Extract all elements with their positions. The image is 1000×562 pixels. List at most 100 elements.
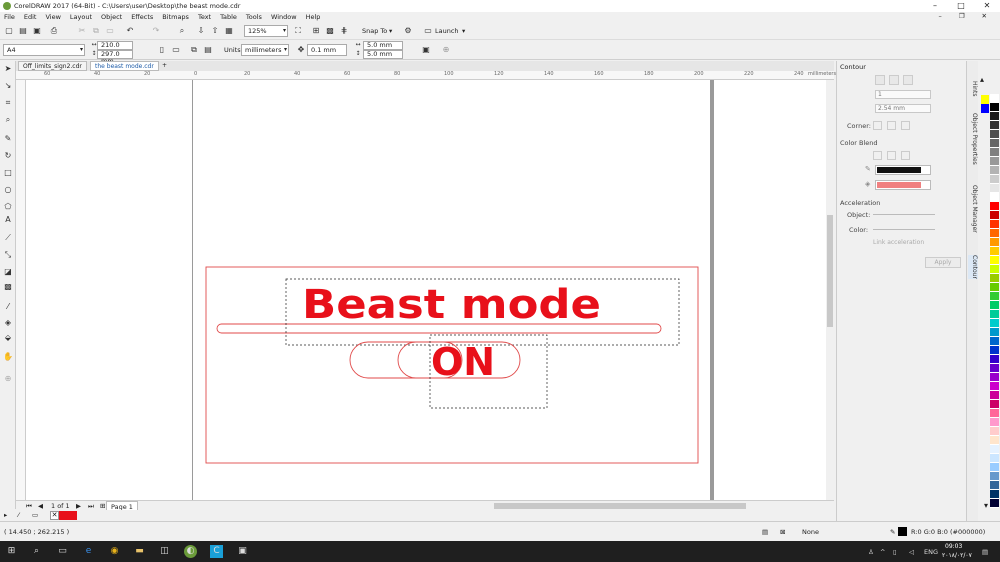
smart-fill-tool-icon[interactable]: ⬙ <box>2 332 14 344</box>
duplicate-x-field[interactable]: 5.0 mm <box>363 41 403 50</box>
color-swatch[interactable] <box>990 499 999 508</box>
export-icon[interactable]: ⇧ <box>209 25 221 37</box>
nudge-distance-field[interactable]: 0.1 mm <box>307 44 347 56</box>
doc-close-icon[interactable]: ✕ <box>982 12 987 20</box>
volume-icon[interactable]: ◁ <box>909 547 914 557</box>
pan-tool-icon[interactable]: ✋ <box>2 351 14 363</box>
snap-to-button[interactable]: Snap To <box>362 26 387 36</box>
color-swatch[interactable] <box>990 454 999 463</box>
palette-menu-icon[interactable]: ▸ <box>4 510 7 520</box>
show-guidelines-icon[interactable]: ⋕ <box>338 25 350 37</box>
color-accel-slider[interactable] <box>873 229 935 230</box>
color-swatch[interactable] <box>990 94 999 103</box>
color-swatch[interactable] <box>990 481 999 490</box>
drawing-canvas[interactable]: Beast mode ON <box>26 80 826 500</box>
object-accel-slider[interactable] <box>873 214 935 215</box>
show-grid-icon[interactable]: ▩ <box>324 25 336 37</box>
copy-icon[interactable]: ⧉ <box>90 25 102 37</box>
menu-text[interactable]: Text <box>198 13 211 21</box>
color-swatch[interactable] <box>990 157 999 166</box>
menu-effects[interactable]: Effects <box>131 13 153 21</box>
color-swatch[interactable] <box>990 490 999 499</box>
color-swatch[interactable] <box>990 211 999 220</box>
tab-the-beast-mode[interactable]: the beast mode.cdr <box>90 61 159 71</box>
no-color-swatch[interactable]: ✕ <box>50 511 59 520</box>
color-swatch[interactable] <box>990 283 999 292</box>
maximize-button[interactable]: □ <box>948 0 974 12</box>
shape-tool-icon[interactable]: ↘ <box>2 80 14 92</box>
color-swatch[interactable] <box>990 220 999 229</box>
paste-icon[interactable]: ▭ <box>104 25 116 37</box>
text-tool-icon[interactable]: A <box>2 214 14 226</box>
notifications-icon[interactable]: ▤ <box>982 547 988 557</box>
color-swatch[interactable] <box>990 229 999 238</box>
clockwise-blend-icon[interactable] <box>887 151 896 160</box>
polygon-tool-icon[interactable]: ⬠ <box>2 201 14 213</box>
current-page-icon[interactable]: ▤ <box>202 44 214 56</box>
connector-tool-icon[interactable]: ⤡ <box>2 249 14 261</box>
outside-icon[interactable] <box>903 75 913 85</box>
palette-down-icon[interactable]: ▾ <box>984 501 988 510</box>
page-size-select[interactable]: A4 ▾ <box>3 44 85 56</box>
color-swatch[interactable] <box>990 238 999 247</box>
palette-options-icon[interactable]: ▭ <box>32 510 38 520</box>
menu-tools[interactable]: Tools <box>246 13 262 21</box>
chrome-icon[interactable]: ◉ <box>108 545 121 558</box>
windows-start-icon[interactable]: ⊞ <box>5 545 18 558</box>
publish-pdf-icon[interactable]: ▦ <box>223 25 235 37</box>
color-swatch[interactable] <box>990 427 999 436</box>
color-swatch[interactable] <box>990 292 999 301</box>
menu-table[interactable]: Table <box>220 13 237 21</box>
corel-photo-paint-icon[interactable]: ▣ <box>236 545 249 558</box>
color-swatch[interactable] <box>990 301 999 310</box>
color-swatch[interactable] <box>990 265 999 274</box>
tab-object-properties[interactable]: Object Properties <box>968 113 978 165</box>
units-select[interactable]: millimeters ▾ <box>241 44 289 56</box>
color-swatch[interactable] <box>990 193 999 202</box>
color-swatch[interactable] <box>990 256 999 265</box>
color-swatch[interactable] <box>990 103 999 112</box>
crop-tool-icon[interactable]: ⌗ <box>2 97 14 109</box>
color-swatch[interactable] <box>990 436 999 445</box>
file-explorer-icon[interactable]: ▬ <box>133 545 146 558</box>
apply-button[interactable]: Apply <box>925 257 961 268</box>
search-icon[interactable]: ⌕ <box>30 545 43 558</box>
menu-window[interactable]: Window <box>271 13 297 21</box>
print-icon[interactable]: ⎙ <box>48 25 60 37</box>
color-swatch[interactable] <box>990 373 999 382</box>
tab-hints[interactable]: Hints <box>968 81 978 96</box>
color-swatch[interactable] <box>990 400 999 409</box>
tab-off-limits[interactable]: Off_limits_sign2.cdr <box>18 61 87 71</box>
redo-icon[interactable]: ↷ <box>150 25 162 37</box>
launch-button[interactable]: Launch <box>435 26 459 36</box>
color-swatch[interactable] <box>990 445 999 454</box>
undo-icon[interactable]: ↶ <box>124 25 136 37</box>
language-indicator[interactable]: ENG <box>924 547 938 557</box>
steps-field[interactable]: 1 <box>875 90 931 99</box>
network-icon[interactable]: ▯ <box>893 547 897 557</box>
new-document-icon[interactable]: ▢ <box>3 25 15 37</box>
rectangle-tool-icon[interactable]: □ <box>2 167 14 179</box>
vertical-scrollbar[interactable] <box>826 80 834 500</box>
red-swatch[interactable] <box>59 511 77 520</box>
clock-date[interactable]: ٢٠١٨/٠٢/٠٧ <box>942 551 972 561</box>
zoom-tool-icon[interactable]: ⌕ <box>2 114 14 126</box>
new-tab-button[interactable]: + <box>158 61 171 71</box>
color-swatch[interactable] <box>990 382 999 391</box>
tray-chevron-icon[interactable]: ^ <box>880 547 885 557</box>
color-swatch[interactable] <box>990 139 999 148</box>
open-icon[interactable]: ▤ <box>17 25 29 37</box>
counterclockwise-blend-icon[interactable] <box>901 151 910 160</box>
save-icon[interactable]: ▣ <box>31 25 43 37</box>
color-swatch[interactable] <box>990 121 999 130</box>
task-view-icon[interactable]: ▭ <box>56 545 69 558</box>
freehand-tool-icon[interactable]: ✎ <box>2 133 14 145</box>
eyedropper-tool-icon[interactable]: ⁄ <box>2 301 14 313</box>
zoom-level-select[interactable]: 125% ▾ <box>244 25 288 37</box>
color-swatch[interactable] <box>990 274 999 283</box>
round-corner-icon[interactable] <box>887 121 896 130</box>
artistic-media-tool-icon[interactable]: ↻ <box>2 150 14 162</box>
color-swatch[interactable] <box>990 391 999 400</box>
cut-icon[interactable]: ✂ <box>76 25 88 37</box>
horizontal-scroll-thumb[interactable] <box>494 503 746 509</box>
